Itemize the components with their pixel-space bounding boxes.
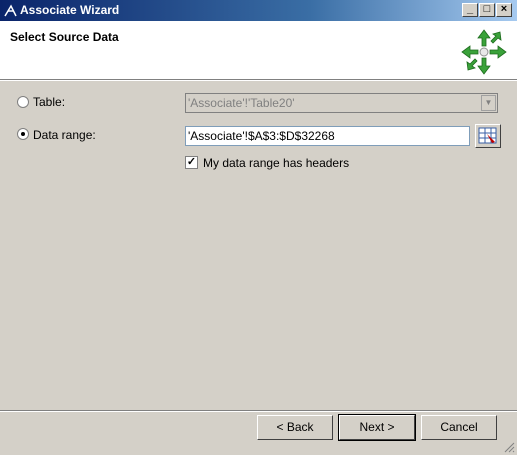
- resize-grip-icon[interactable]: [503, 441, 515, 453]
- close-button[interactable]: ×: [496, 3, 512, 17]
- range-input[interactable]: 'Associate'!$A$3:$D$32268: [185, 126, 470, 146]
- range-radio[interactable]: [17, 128, 29, 140]
- minimize-button[interactable]: _: [462, 3, 478, 17]
- page-title: Select Source Data: [10, 30, 119, 44]
- maximize-button[interactable]: □: [479, 3, 495, 17]
- range-select-button[interactable]: [475, 124, 501, 148]
- window-title: Associate Wizard: [20, 3, 120, 17]
- back-button[interactable]: < Back: [257, 415, 333, 440]
- range-input-value: 'Associate'!$A$3:$D$32268: [188, 129, 335, 143]
- headers-checkbox[interactable]: ✓: [185, 156, 198, 169]
- radio-selected-dot: [21, 132, 25, 136]
- table-select[interactable]: 'Associate'!'Table20' ▼: [185, 93, 498, 113]
- headers-label: My data range has headers: [203, 156, 350, 170]
- title-bar[interactable]: Associate Wizard _ □ ×: [0, 0, 517, 21]
- table-label: Table:: [33, 95, 66, 109]
- wizard-icon: [4, 4, 17, 17]
- header-separator: [0, 80, 517, 81]
- footer-separator-highlight: [0, 411, 517, 412]
- wizard-header: Select Source Data: [0, 21, 517, 80]
- range-label: Data range:: [33, 128, 96, 142]
- cancel-button[interactable]: Cancel: [421, 415, 497, 440]
- chevron-down-icon[interactable]: ▼: [481, 95, 496, 111]
- next-button[interactable]: Next >: [338, 414, 416, 441]
- table-radio[interactable]: [17, 96, 29, 108]
- table-select-value: 'Associate'!'Table20': [188, 96, 295, 110]
- arrows-logo-icon: [461, 29, 507, 75]
- range-select-icon: [478, 127, 497, 144]
